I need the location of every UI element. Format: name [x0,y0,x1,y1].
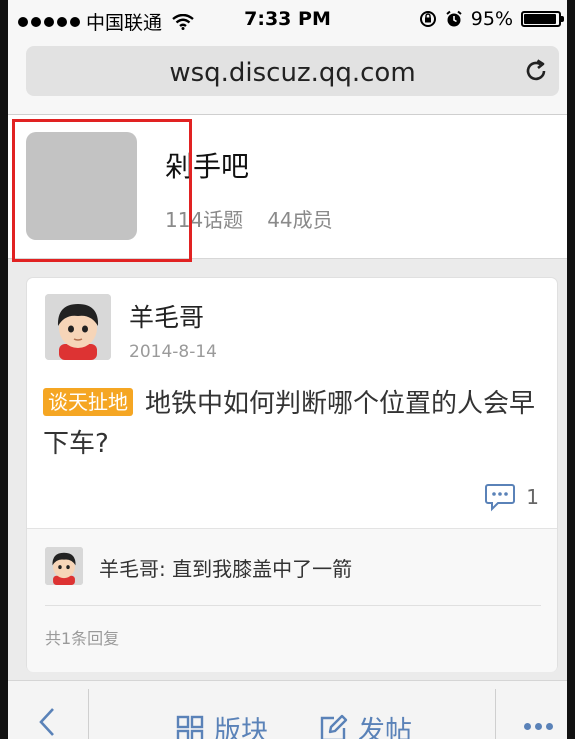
reply-text[interactable]: 羊毛哥: 直到我膝盖中了一箭 [99,553,352,582]
boards-label[interactable]: 版块 [214,709,268,739]
status-right: 95% [419,8,564,30]
highlight-box [12,119,192,262]
toolbar-divider [88,689,89,739]
more-icon[interactable] [524,723,553,730]
toolbar-divider [495,689,496,739]
reload-icon[interactable] [523,58,549,84]
reply-avatar[interactable] [45,547,83,585]
battery-percent: 95% [470,8,513,30]
new-post-button[interactable]: 发帖 [318,709,412,739]
address-bar[interactable]: wsq.discuz.qq.com [26,46,559,96]
comment-button[interactable]: 1 [484,482,539,512]
bottom-toolbar: 版块 发帖 [8,680,567,739]
post-tag[interactable]: 谈天扯地 [43,388,133,416]
rotation-lock-icon [419,11,436,27]
cartoon-avatar-icon [45,547,83,585]
reply-total[interactable]: 共1条回复 [45,625,119,649]
member-count: 44成员 [267,208,333,232]
comment-icon [485,484,516,512]
cartoon-avatar-icon [45,294,111,360]
post-card[interactable]: 羊毛哥 2014-8-14 谈天扯地地铁中如何判断哪个位置的人会早下车? 1 [27,278,557,672]
edit-icon [320,714,348,739]
alarm-icon [446,10,462,27]
author-avatar[interactable] [45,294,111,360]
back-icon[interactable] [38,707,56,737]
reply-divider [45,605,541,606]
reply-section: 羊毛哥: 直到我膝盖中了一箭 共1条回复 [27,528,557,672]
new-post-label[interactable]: 发帖 [358,709,412,739]
boards-button[interactable]: 版块 [176,709,268,739]
grid-icon [176,715,204,739]
comment-count: 1 [526,485,539,509]
post-date: 2014-8-14 [129,342,217,362]
status-bar: 中国联通 7:33 PM 95% [8,0,567,40]
browser-toolbar: wsq.discuz.qq.com [8,40,567,115]
post-title[interactable]: 谈天扯地 地铁中如何判断哪个位置的人会早下车? [43,384,543,464]
author-name[interactable]: 羊毛哥 [129,298,204,334]
phone-screen: 中国联通 7:33 PM 95% wsq.discuz.qq.com 剁手吧 1… [8,0,567,739]
url-text[interactable]: wsq.discuz.qq.com [26,58,559,88]
battery-icon [521,11,564,27]
